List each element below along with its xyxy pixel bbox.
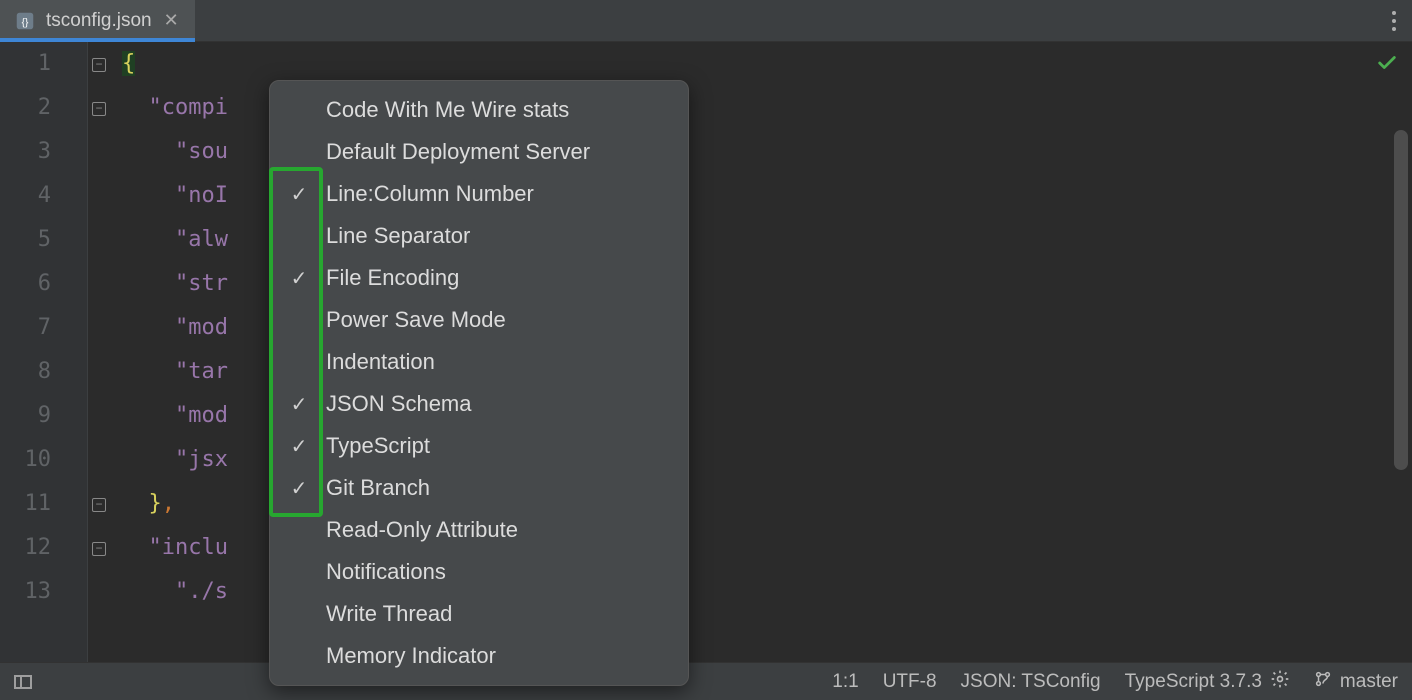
line-number: 8 (0, 350, 51, 394)
tool-window-toggle-icon[interactable] (14, 675, 32, 689)
fold-toggle-icon[interactable]: − (92, 542, 106, 556)
context-menu-item[interactable]: Code With Me Wire stats (270, 89, 688, 131)
context-menu-item[interactable]: Notifications (270, 551, 688, 593)
context-menu-item[interactable]: ✓ Line:Column Number (270, 173, 688, 215)
fold-column: − − − − (88, 42, 116, 662)
inspection-ok-icon[interactable] (1376, 52, 1398, 80)
fold-toggle-icon[interactable]: − (92, 58, 106, 72)
line-number: 9 (0, 394, 51, 438)
status-bar: 1:1 UTF-8 JSON: TSConfig TypeScript 3.7.… (0, 662, 1412, 700)
git-branch-icon (1314, 670, 1332, 694)
check-icon: ✓ (288, 434, 310, 459)
check-icon: ✓ (288, 182, 310, 207)
context-menu-item[interactable]: ✓ File Encoding (270, 257, 688, 299)
line-number-gutter: 12345678910111213 (0, 42, 88, 662)
context-menu-label: Default Deployment Server (326, 139, 590, 165)
line-number: 1 (0, 42, 51, 86)
ts-config-file-icon: {} (14, 10, 36, 32)
status-typescript[interactable]: TypeScript 3.7.3 (1125, 669, 1290, 695)
context-menu-label: Line Separator (326, 223, 470, 249)
settings-gear-icon[interactable] (1270, 669, 1290, 695)
tab-title: tsconfig.json (46, 10, 152, 32)
status-encoding[interactable]: UTF-8 (883, 671, 937, 693)
context-menu-item[interactable]: ✓ Git Branch (270, 467, 688, 509)
check-icon: ✓ (288, 476, 310, 501)
svg-text:{}: {} (22, 17, 29, 28)
status-json-schema[interactable]: JSON: TSConfig (961, 671, 1101, 693)
context-menu-item[interactable]: Indentation (270, 341, 688, 383)
context-menu-label: Power Save Mode (326, 307, 506, 333)
context-menu-label: File Encoding (326, 265, 459, 291)
line-number: 7 (0, 306, 51, 350)
status-line-col[interactable]: 1:1 (832, 671, 858, 693)
context-menu-label: JSON Schema (326, 391, 472, 417)
status-branch-name: master (1340, 671, 1398, 693)
editor-scrollbar[interactable] (1394, 130, 1408, 470)
line-number: 6 (0, 262, 51, 306)
context-menu-label: Memory Indicator (326, 643, 496, 669)
status-typescript-label: TypeScript 3.7.3 (1125, 671, 1262, 693)
context-menu-item[interactable]: Power Save Mode (270, 299, 688, 341)
context-menu-item[interactable]: Write Thread (270, 593, 688, 635)
check-icon: ✓ (288, 266, 310, 291)
line-number: 4 (0, 174, 51, 218)
tab-bar-more-icon[interactable] (1392, 11, 1412, 31)
context-menu-label: Line:Column Number (326, 181, 534, 207)
context-menu-label: TypeScript (326, 433, 430, 459)
context-menu-item[interactable]: Default Deployment Server (270, 131, 688, 173)
context-menu-label: Read-Only Attribute (326, 517, 518, 543)
fold-toggle-icon[interactable]: − (92, 498, 106, 512)
line-number: 5 (0, 218, 51, 262)
line-number: 12 (0, 526, 51, 570)
line-number: 13 (0, 570, 51, 614)
context-menu-label: Git Branch (326, 475, 430, 501)
line-number: 11 (0, 482, 51, 526)
context-menu-label: Write Thread (326, 601, 452, 627)
context-menu-item[interactable]: ✓ TypeScript (270, 425, 688, 467)
context-menu-label: Code With Me Wire stats (326, 97, 569, 123)
status-git-branch[interactable]: master (1314, 670, 1398, 694)
context-menu-item[interactable]: Memory Indicator (270, 635, 688, 677)
context-menu-item[interactable]: ✓ JSON Schema (270, 383, 688, 425)
context-menu-label: Notifications (326, 559, 446, 585)
line-number: 10 (0, 438, 51, 482)
context-menu-label: Indentation (326, 349, 435, 375)
line-number: 3 (0, 130, 51, 174)
context-menu-item[interactable]: Read-Only Attribute (270, 509, 688, 551)
context-menu-item[interactable]: Line Separator (270, 215, 688, 257)
tab-bar: {} tsconfig.json ✕ (0, 0, 1412, 42)
status-bar-context-menu: Code With Me Wire stats Default Deploymen… (269, 80, 689, 686)
fold-toggle-icon[interactable]: − (92, 102, 106, 116)
code-editor[interactable]: 12345678910111213 − − − − { "compi "sou … (0, 42, 1412, 662)
check-icon: ✓ (288, 392, 310, 417)
line-number: 2 (0, 86, 51, 130)
tab-close-icon[interactable]: ✕ (162, 8, 181, 33)
file-tab[interactable]: {} tsconfig.json ✕ (0, 0, 195, 41)
